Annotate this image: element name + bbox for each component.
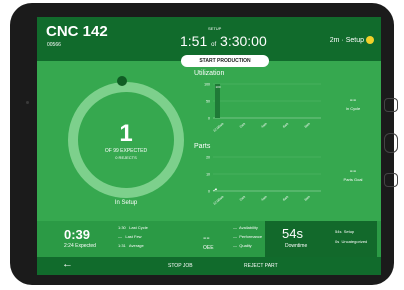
timer-total: 3:30:00	[220, 33, 267, 49]
parts-y-tick: 0	[208, 190, 210, 194]
uncategorized-label: Uncategorized	[341, 239, 368, 244]
parts-x-tick: 2am	[239, 194, 247, 201]
parts-x-tick: 12:00am	[212, 194, 224, 205]
last-few-label: Last Few	[125, 234, 142, 239]
utilization-title: Utilization	[194, 70, 225, 77]
stop-job-button[interactable]: STOP JOB	[168, 263, 193, 269]
footer-bar	[37, 257, 381, 275]
in-cycle-value: --	[349, 95, 357, 106]
performance-value: —	[233, 234, 237, 239]
status-text: 2m · Setup	[329, 37, 364, 44]
utilization-x-tick: 6am	[282, 121, 290, 128]
average-value: 1:31	[118, 243, 126, 248]
app-screen: CNC 142 00566 SETUP 1:51 of 3:30:00 2m ·…	[37, 17, 381, 275]
availability-label: Availability	[239, 225, 258, 230]
machine-name: CNC 142	[46, 23, 108, 40]
mode-label: SETUP	[208, 26, 222, 31]
hardware-home-button	[384, 133, 398, 153]
parts-y-tick: 20	[206, 156, 210, 160]
setup-row: 54s Setup	[335, 229, 354, 234]
availability-row: — Availability	[233, 225, 258, 230]
quality-row: — Quality	[233, 243, 252, 248]
parts-point	[215, 188, 217, 191]
downtime-value: 54s	[282, 226, 303, 241]
average-row: 1:31 Average	[118, 243, 144, 248]
start-production-button[interactable]: START PRODUCTION	[181, 55, 269, 67]
reject-part-button[interactable]: REJECT PART	[244, 263, 278, 269]
last-few-row: — Last Few	[118, 234, 142, 239]
utilization-y-tick: 0	[208, 117, 210, 121]
performance-row: — Performance	[233, 234, 262, 239]
setup-value: 54s	[335, 229, 342, 234]
parts-y-tick: 10	[206, 173, 210, 177]
parts-goal-value: --	[349, 166, 357, 177]
availability-value: —	[233, 225, 237, 230]
last-cycle-row: 1:30 Last Cycle	[118, 225, 148, 230]
reject-count: 0 REJECTS	[115, 155, 137, 160]
parts-title: Parts	[194, 143, 211, 150]
oee-value: --	[203, 233, 210, 244]
hardware-recent-button	[384, 98, 398, 112]
machine-id: 00566	[47, 42, 61, 48]
parts-goal-metric: -- Parts Goal	[337, 166, 369, 183]
timer-elapsed: 1:51	[180, 33, 208, 49]
cycle-time: 0:39	[64, 227, 91, 242]
utilization-y-tick: 100	[204, 83, 210, 87]
performance-label: Performance	[239, 234, 263, 239]
quality-value: —	[233, 243, 237, 248]
uncategorized-value: 0s	[335, 239, 340, 244]
utilization-x-tick: 12:00am	[212, 121, 224, 132]
utilization-bar-label: 100	[216, 85, 221, 89]
setup-label: Setup	[343, 229, 355, 234]
status-dot-icon	[366, 36, 374, 44]
parts-chart: 20 10 012:00am 2am 4am 6am 8am	[206, 156, 321, 206]
expected-count: OF 99 EXPECTED	[104, 148, 148, 154]
setup-state-label: In Setup	[114, 200, 138, 206]
utilization-x-tick: 4am	[260, 121, 268, 128]
part-count: 1	[119, 120, 133, 147]
in-cycle-metric: -- In Cycle	[337, 95, 369, 112]
oee-label: OEE	[203, 245, 214, 251]
average-label: Average	[128, 243, 144, 248]
arrow-left-icon[interactable]: ←	[62, 259, 73, 270]
job-timer: 1:51 of 3:30:00	[180, 33, 267, 49]
cycle-expected: 2:24 Expected	[64, 243, 96, 249]
downtime-label: Downtime	[285, 243, 308, 249]
progress-marker-icon	[117, 76, 127, 86]
last-cycle-value: 1:30	[118, 225, 126, 230]
timer-of: of	[211, 42, 217, 48]
utilization-x-tick: 8am	[304, 121, 312, 128]
last-few-value: —	[118, 234, 122, 239]
parts-x-tick: 4am	[260, 194, 268, 201]
uncategorized-row: 0s Uncategorized	[335, 239, 367, 244]
parts-x-tick: 6am	[282, 194, 290, 201]
tablet-frame: CNC 142 00566 SETUP 1:51 of 3:30:00 2m ·…	[10, 3, 398, 285]
utilization-chart: 100 50 012:00am 2am 4am 6am 8am 100	[204, 83, 321, 133]
parts-goal-label: Parts Goal	[343, 177, 363, 182]
camera-dot	[26, 101, 29, 104]
parts-x-tick: 8am	[304, 194, 312, 201]
in-cycle-label: In Cycle	[345, 106, 361, 111]
last-cycle-label: Last Cycle	[129, 225, 148, 230]
utilization-y-tick: 50	[206, 100, 210, 104]
utilization-bar	[215, 84, 220, 118]
utilization-x-tick: 2am	[239, 121, 247, 128]
hardware-back-button	[384, 173, 398, 187]
quality-label: Quality	[239, 243, 252, 248]
